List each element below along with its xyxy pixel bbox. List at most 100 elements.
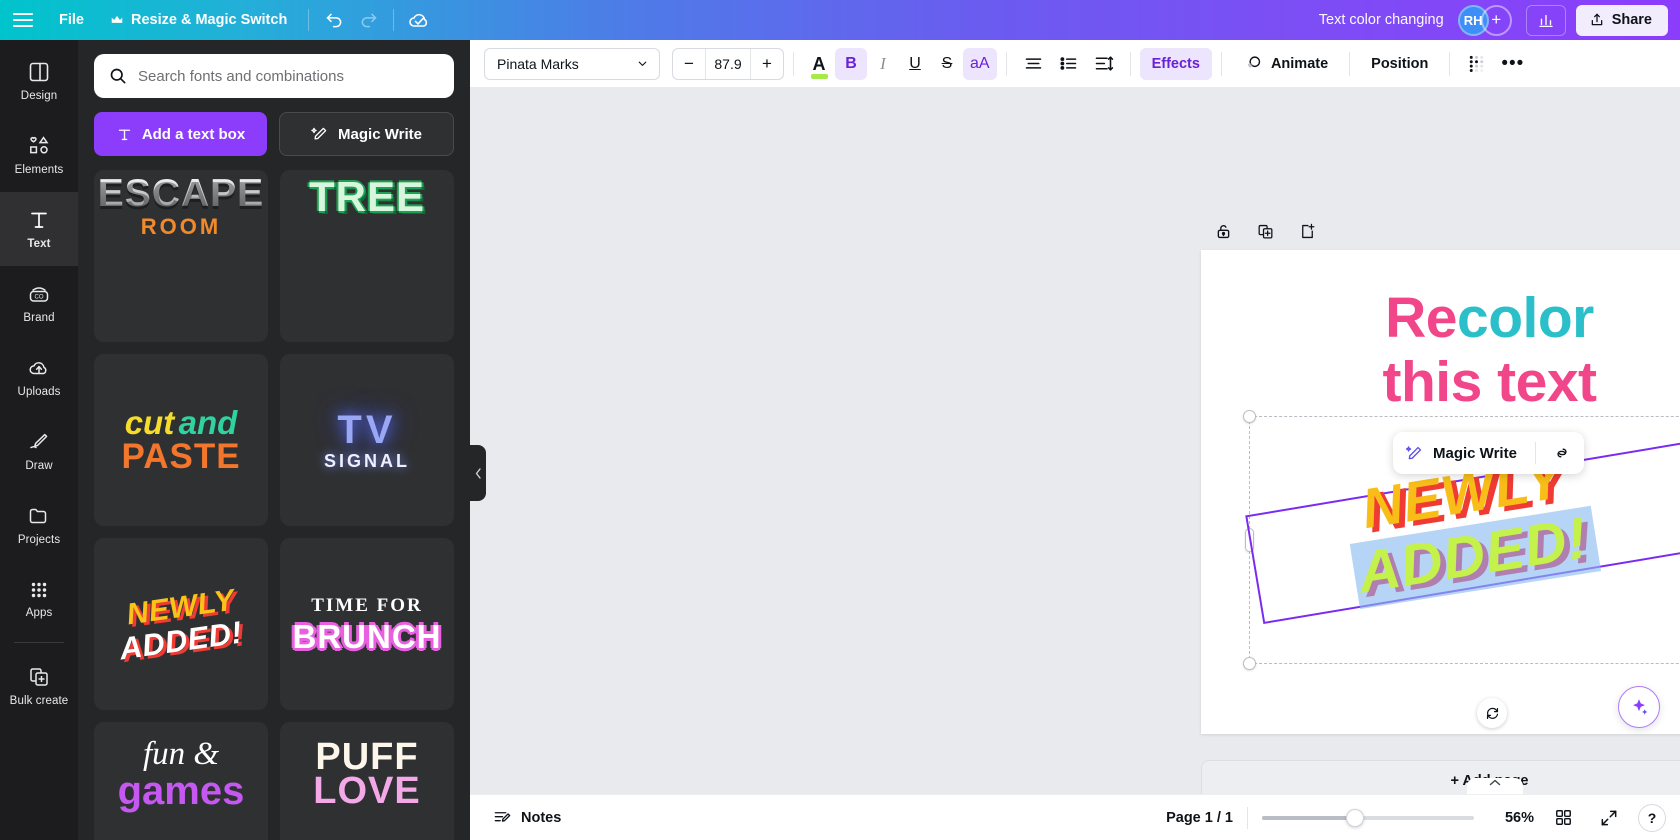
help-button[interactable]: ? <box>1638 804 1666 832</box>
add-page-button[interactable]: + Add page <box>1201 760 1680 794</box>
font-size-value[interactable]: 87.9 <box>705 49 751 79</box>
text-t-icon <box>116 126 133 143</box>
magic-write-label: Magic Write <box>1433 445 1517 462</box>
design-page[interactable]: Recolor this text <box>1201 250 1680 734</box>
page-headline[interactable]: Recolor this text <box>1201 286 1680 415</box>
redo-icon[interactable] <box>351 5 385 35</box>
animate-label: Animate <box>1271 56 1328 72</box>
notes-button[interactable]: Notes <box>484 803 570 832</box>
sidebar-item-projects[interactable]: Projects <box>0 488 78 562</box>
strikethrough-button[interactable]: S <box>931 48 963 80</box>
text-panel: Add a text box Magic Write <box>78 40 470 840</box>
file-menu-button[interactable]: File <box>46 6 97 34</box>
duplicate-page-icon[interactable] <box>1252 218 1278 244</box>
more-label: ••• <box>1501 58 1524 69</box>
font-size-stepper[interactable]: − 87.9 + <box>672 48 784 80</box>
template-newly-added[interactable]: NEWLY ADDED! <box>94 538 268 710</box>
template-line1: ESCAPE <box>98 174 264 213</box>
divider <box>793 52 794 76</box>
font-family-select[interactable]: Pinata Marks <box>484 48 660 80</box>
insights-button[interactable] <box>1526 5 1566 36</box>
ai-assistant-button[interactable] <box>1618 686 1660 728</box>
fullscreen-button[interactable] <box>1592 801 1626 835</box>
template-tree[interactable]: TREE <box>280 170 454 342</box>
link-icon[interactable] <box>1546 437 1578 469</box>
bold-button[interactable]: B <box>835 48 867 80</box>
sidebar-item-brand[interactable]: CO Brand <box>0 266 78 340</box>
sidebar-item-design[interactable]: Design <box>0 44 78 118</box>
template-line1: TIME FOR <box>293 596 442 615</box>
sidebar-item-uploads[interactable]: Uploads <box>0 340 78 414</box>
search-icon <box>108 66 128 86</box>
add-collaborator-button[interactable]: + <box>1481 5 1512 36</box>
grid-view-button[interactable] <box>1546 801 1580 835</box>
bullet-list-button[interactable] <box>1051 48 1086 80</box>
sidebar-label: Apps <box>26 607 53 619</box>
font-size-decrease-button[interactable]: − <box>673 49 705 79</box>
animate-button[interactable]: Animate <box>1231 48 1340 80</box>
magic-write-button[interactable]: Magic Write <box>279 112 454 156</box>
sidebar-item-draw[interactable]: Draw <box>0 414 78 488</box>
template-line2: PASTE <box>121 439 240 474</box>
share-button[interactable]: Share <box>1576 5 1668 36</box>
template-line1: TV <box>324 410 410 450</box>
sidebar-label: Bulk create <box>10 695 69 707</box>
zoom-slider[interactable] <box>1262 809 1474 827</box>
template-fun-and-games[interactable]: fun & games <box>94 722 268 840</box>
template-line2: ROOM <box>98 216 264 238</box>
zoom-value-label[interactable]: 56% <box>1492 810 1534 826</box>
canvas-workspace[interactable]: Recolor this text <box>470 88 1680 794</box>
sidebar-item-apps[interactable]: Apps <box>0 562 78 636</box>
divider <box>1449 52 1450 76</box>
underline-button[interactable]: U <box>899 48 931 80</box>
template-line1: cut and <box>121 406 240 439</box>
sidebar-item-text[interactable]: Text <box>0 192 78 266</box>
sidebar-label: Draw <box>25 460 52 472</box>
bottom-bar: Notes Page 1 / 1 56% <box>470 794 1680 840</box>
font-size-increase-button[interactable]: + <box>751 49 783 79</box>
effects-button[interactable]: Effects <box>1140 48 1212 80</box>
collapse-panel-button[interactable] <box>470 445 486 501</box>
document-title[interactable]: Text color changing <box>1319 12 1458 28</box>
template-time-for-brunch[interactable]: TIME FOR BRUNCH <box>280 538 454 710</box>
text-align-button[interactable] <box>1016 48 1051 80</box>
font-family-value: Pinata Marks <box>497 56 579 72</box>
share-upload-icon <box>1589 12 1605 28</box>
sidebar-item-elements[interactable]: Elements <box>0 118 78 192</box>
letter-case-button[interactable]: aA <box>963 48 997 80</box>
undo-icon[interactable] <box>317 5 351 35</box>
magic-write-label: Magic Write <box>338 126 422 143</box>
sidebar-item-bulk-create[interactable]: Bulk create <box>0 649 78 723</box>
cloud-check-icon[interactable] <box>402 5 436 35</box>
template-tv-signal[interactable]: TV SIGNAL <box>280 354 454 526</box>
lock-icon[interactable] <box>1210 218 1236 244</box>
template-cut-and-paste[interactable]: cut and PASTE <box>94 354 268 526</box>
divider <box>1006 52 1007 76</box>
add-text-box-button[interactable]: Add a text box <box>94 112 267 156</box>
template-puff-love[interactable]: PUFF LOVE <box>280 722 454 840</box>
add-page-icon[interactable] <box>1294 218 1320 244</box>
template-escape-room[interactable]: ESCAPE ROOM <box>94 170 268 342</box>
resize-magic-switch-button[interactable]: Resize & Magic Switch <box>97 6 300 34</box>
template-scroll-area[interactable]: ESCAPE ROOM TREE cut and <box>78 170 470 840</box>
position-button[interactable]: Position <box>1359 48 1440 80</box>
italic-button[interactable]: I <box>867 48 899 80</box>
search-input[interactable] <box>138 68 440 85</box>
position-label: Position <box>1371 56 1428 72</box>
search-box[interactable] <box>94 54 454 98</box>
rotate-handle[interactable] <box>1477 698 1507 728</box>
zoom-slider-knob[interactable] <box>1346 809 1364 827</box>
transparency-button[interactable] <box>1459 48 1494 80</box>
divider <box>1221 52 1222 76</box>
line-spacing-button[interactable] <box>1086 48 1121 80</box>
text-color-button[interactable]: A <box>803 48 835 80</box>
expand-pages-button[interactable] <box>1467 778 1523 794</box>
hamburger-icon[interactable] <box>0 0 46 40</box>
sidebar-label: Design <box>21 90 57 102</box>
more-options-button[interactable]: ••• <box>1494 48 1531 80</box>
resize-handle-bottom-left[interactable] <box>1243 657 1256 670</box>
magic-write-action[interactable]: Magic Write <box>1405 444 1525 463</box>
resize-handle-top-left[interactable] <box>1243 410 1256 423</box>
help-label: ? <box>1648 810 1657 826</box>
magic-write-popover[interactable]: Magic Write <box>1393 432 1584 474</box>
